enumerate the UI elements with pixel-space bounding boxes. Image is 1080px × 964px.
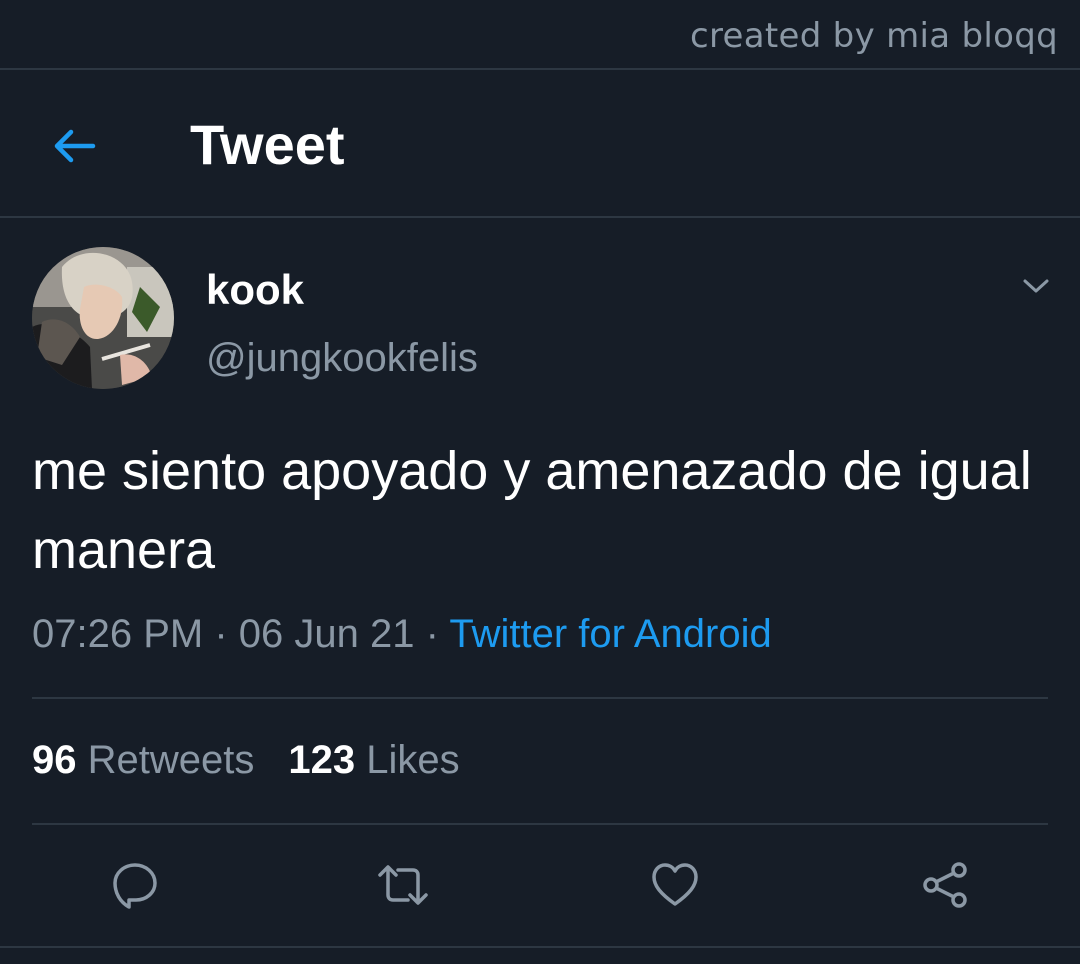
user-handle[interactable]: @jungkookfelis (206, 336, 478, 381)
arrow-left-icon (54, 129, 96, 163)
display-name[interactable]: kook (206, 266, 304, 314)
likes-stat[interactable]: 123 Likes (288, 738, 459, 782)
tweet-source-link[interactable]: Twitter for Android (449, 612, 771, 656)
avatar[interactable] (32, 247, 174, 389)
share-button[interactable] (916, 856, 974, 914)
bottom-divider (0, 946, 1080, 948)
tweet-text: me siento apoyado y amenazado de igual m… (32, 441, 1032, 580)
retweets-stat[interactable]: 96 Retweets (32, 738, 254, 782)
tweet-time: 07:26 PM (32, 612, 204, 656)
chevron-down-icon[interactable] (1018, 268, 1054, 304)
meta-divider (32, 697, 1048, 699)
like-button[interactable] (646, 856, 704, 914)
tweet-stats: 96 Retweets 123 Likes (32, 738, 460, 783)
retweets-count: 96 (32, 738, 77, 782)
top-divider (0, 68, 1080, 70)
watermark: created by mia bloqq (689, 16, 1058, 56)
meta-separator: · (425, 612, 439, 656)
reply-button[interactable] (106, 856, 164, 914)
likes-count: 123 (288, 738, 356, 782)
back-button[interactable] (46, 118, 102, 174)
tweet-date: 06 Jun 21 (238, 612, 415, 656)
retweets-label: Retweets (87, 738, 255, 782)
tweet-meta: 07:26 PM · 06 Jun 21 · Twitter for Andro… (32, 612, 772, 657)
reply-icon (113, 863, 157, 909)
page-title: Tweet (190, 113, 345, 176)
stats-divider (32, 823, 1048, 825)
header-divider (0, 216, 1080, 218)
share-icon (923, 862, 967, 908)
retweet-icon (378, 865, 428, 905)
heart-icon (652, 863, 698, 906)
meta-separator: · (214, 612, 228, 656)
likes-label: Likes (366, 738, 460, 782)
retweet-button[interactable] (374, 856, 432, 914)
